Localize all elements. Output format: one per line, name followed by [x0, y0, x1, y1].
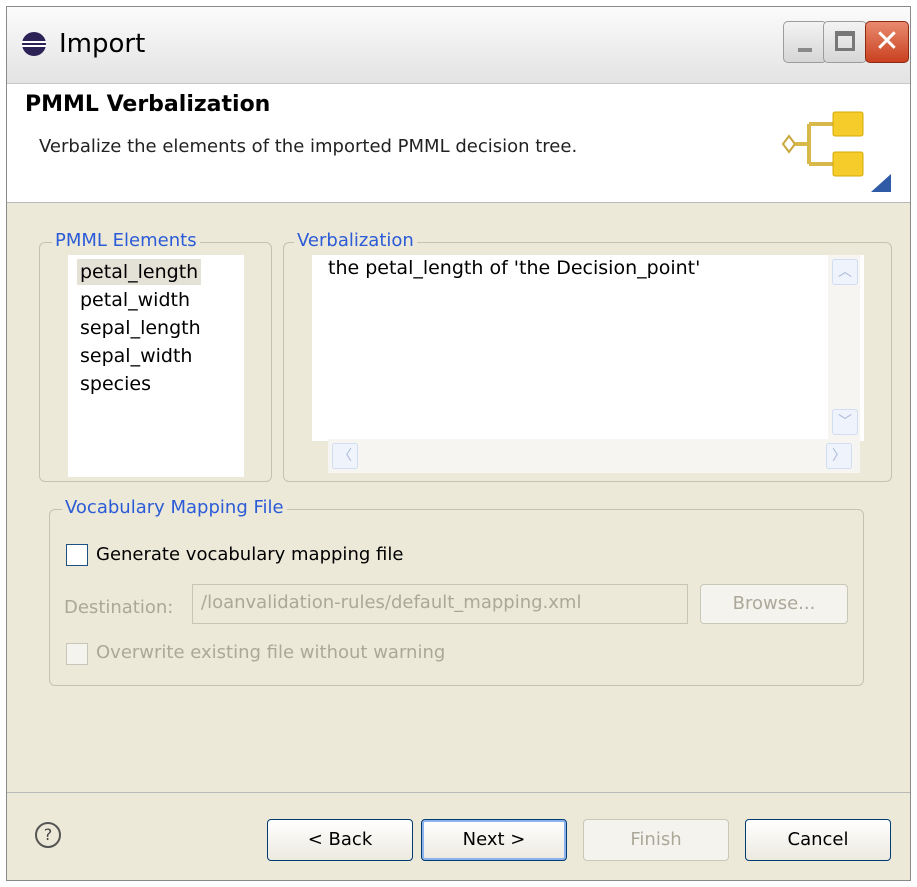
close-button[interactable]: ✕	[865, 21, 909, 63]
vocabulary-mapping-label: Vocabulary Mapping File	[62, 497, 287, 518]
list-item-sepal-length[interactable]: sepal_length	[77, 315, 204, 341]
generate-mapping-checkbox[interactable]	[66, 544, 88, 566]
scroll-left-button[interactable]: 〈	[332, 443, 358, 469]
cancel-button[interactable]: Cancel	[745, 819, 891, 861]
overwrite-label[interactable]: Overwrite existing file without warning	[96, 642, 445, 663]
finish-button[interactable]: Finish	[583, 819, 729, 861]
list-item-petal-length[interactable]: petal_length	[77, 259, 202, 285]
generate-mapping-label[interactable]: Generate vocabulary mapping file	[96, 544, 403, 565]
scroll-right-button[interactable]: 〉	[826, 443, 852, 469]
verbalization-text: the petal_length of 'the Decision_point'	[328, 257, 701, 279]
title-bar[interactable]: Import ✕	[7, 7, 910, 84]
horizontal-scrollbar[interactable]: 〈 〉	[328, 439, 860, 473]
scroll-up-button[interactable]: ︿	[832, 259, 858, 285]
list-item-petal-width[interactable]: petal_width	[77, 287, 193, 313]
verbalization-label: Verbalization	[294, 230, 417, 251]
minimize-button[interactable]	[783, 21, 827, 63]
next-button[interactable]: Next >	[421, 819, 567, 861]
list-item-species[interactable]: species	[77, 371, 154, 397]
minimize-icon	[798, 48, 812, 52]
back-button[interactable]: < Back	[267, 819, 413, 861]
import-dialog: Import ✕ PMML Verbalization Verbalize th…	[6, 6, 911, 881]
decision-tree-wizard-icon	[781, 111, 891, 192]
wizard-banner: PMML Verbalization Verbalize the element…	[7, 84, 910, 203]
destination-field[interactable]: /loanvalidation-rules/default_mapping.xm…	[192, 584, 688, 624]
pmml-elements-label: PMML Elements	[52, 230, 200, 251]
scroll-down-button[interactable]: ﹀	[832, 409, 858, 435]
maximize-icon	[835, 31, 855, 51]
window-title: Import	[59, 29, 146, 59]
close-icon: ✕	[874, 24, 900, 59]
page-title: PMML Verbalization	[25, 92, 271, 117]
destination-label: Destination:	[64, 597, 174, 618]
verbalization-group: Verbalization the petal_length of 'the D…	[283, 230, 892, 482]
pmml-elements-group: PMML Elements petal_length petal_width s…	[39, 230, 272, 482]
overwrite-checkbox[interactable]	[66, 643, 88, 665]
eclipse-icon	[22, 32, 46, 56]
help-button[interactable]: ?	[35, 822, 61, 848]
maximize-button[interactable]	[823, 21, 867, 63]
vertical-scrollbar[interactable]: ︿ ﹀	[828, 255, 860, 439]
browse-button[interactable]: Browse...	[700, 584, 848, 624]
verbalization-text-area[interactable]: the petal_length of 'the Decision_point'	[312, 255, 864, 441]
vocabulary-mapping-group: Vocabulary Mapping File Generate vocabul…	[49, 497, 864, 686]
list-item-sepal-width[interactable]: sepal_width	[77, 343, 195, 369]
pmml-elements-list[interactable]: petal_length petal_width sepal_length se…	[68, 255, 244, 477]
page-description: Verbalize the elements of the imported P…	[39, 136, 578, 157]
footer-separator	[7, 792, 910, 793]
